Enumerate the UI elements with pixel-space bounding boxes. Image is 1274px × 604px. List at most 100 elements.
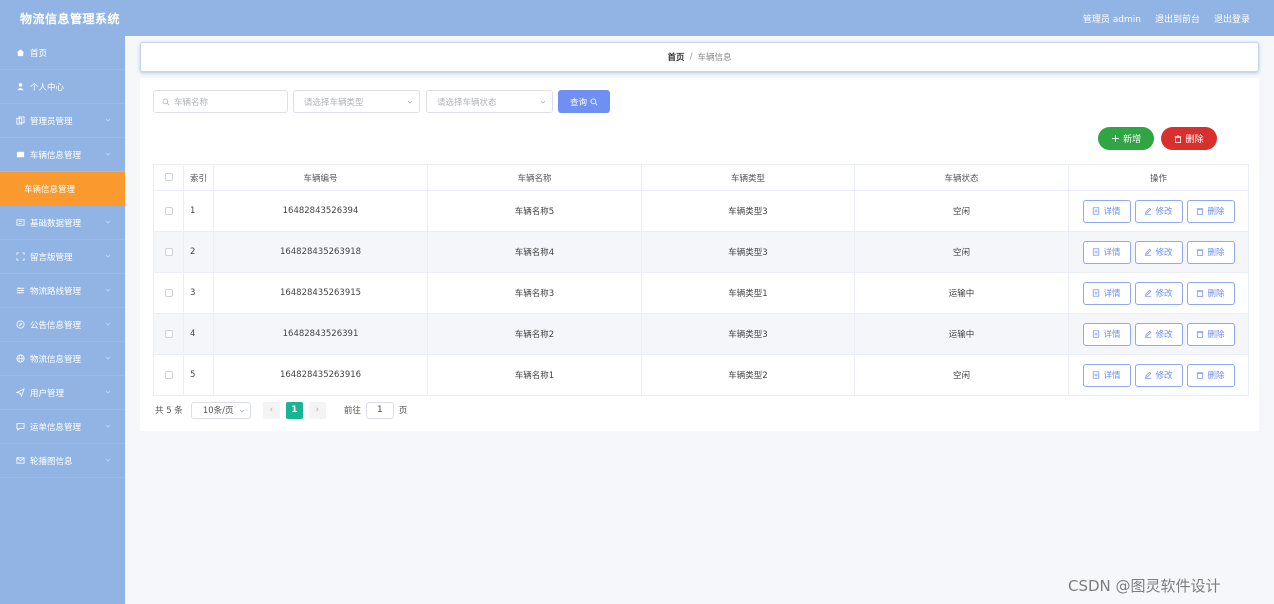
pencil-icon	[1145, 248, 1152, 256]
page-number-current[interactable]: 1	[285, 401, 303, 419]
sidebar-item-label: 用户管理	[30, 388, 65, 399]
row-detail-button[interactable]: 详情	[1082, 281, 1131, 305]
sidebar-item-1[interactable]: 个人中心	[0, 70, 125, 104]
cell-operations: 详情 修改 删除	[1068, 354, 1249, 396]
row-select-cell[interactable]	[153, 231, 184, 273]
vehicle-status-select[interactable]: 请选择车辆状态	[426, 90, 553, 113]
row-select-cell[interactable]	[153, 190, 184, 232]
row-checkbox[interactable]	[164, 329, 173, 338]
sidebar-item-5[interactable]: 基础数据管理	[0, 206, 125, 240]
plus-icon: +	[1110, 132, 1121, 145]
cell-vehicle-status: 运输中	[854, 272, 1069, 314]
sidebar-item-2[interactable]: 管理员管理	[0, 104, 125, 138]
row-checkbox[interactable]	[164, 370, 173, 379]
select-all-checkbox[interactable]	[164, 173, 173, 181]
row-edit-button[interactable]: 修改	[1134, 281, 1183, 305]
table-row: 3 164828435263915 车辆名称3 车辆类型1 运输中 详情 修改 删除	[153, 272, 1249, 314]
top-bar: 物流信息管理系统 管理员 admin 退出到前台 退出登录	[0, 0, 1274, 36]
add-button[interactable]: + 新增	[1098, 127, 1154, 150]
row-checkbox[interactable]	[164, 206, 173, 215]
vehicle-type-select[interactable]: 请选择车辆类型	[293, 90, 420, 113]
row-detail-button[interactable]: 详情	[1082, 240, 1131, 264]
trash-icon	[1197, 290, 1204, 297]
row-delete-button[interactable]: 删除	[1186, 240, 1235, 264]
cell-vehicle-number: 16482843526394	[213, 190, 428, 232]
row-checkbox[interactable]	[164, 288, 173, 297]
row-detail-button[interactable]: 详情	[1082, 322, 1131, 346]
goto-page-input[interactable]: 1	[365, 401, 394, 419]
page-suffix: 页	[398, 406, 408, 416]
trash-icon	[1197, 372, 1204, 379]
pencil-icon	[1145, 207, 1152, 215]
cell-operations: 详情 修改 删除	[1068, 272, 1249, 314]
page-size-select[interactable]: 10条/页	[190, 401, 251, 419]
exit-to-front-link[interactable]: 退出到前台	[1155, 12, 1200, 25]
sidebar-item-11[interactable]: 运单信息管理	[0, 410, 125, 444]
row-edit-button[interactable]: 修改	[1134, 240, 1183, 264]
row-edit-button[interactable]: 修改	[1134, 322, 1183, 346]
sidebar-item-label: 轮播图信息	[30, 456, 73, 467]
cell-vehicle-number: 164828435263916	[213, 354, 428, 396]
copy-icon	[16, 116, 25, 125]
sidebar-item-label: 车辆信息管理	[24, 185, 76, 195]
row-delete-button[interactable]: 删除	[1186, 199, 1235, 223]
table-row: 4 16482843526391 车辆名称2 车辆类型3 运输中 详情 修改 删除	[153, 313, 1249, 355]
sidebar-item-0[interactable]: 首页	[0, 36, 125, 70]
pencil-icon	[1145, 330, 1152, 338]
batch-delete-button[interactable]: 删除	[1161, 127, 1217, 150]
row-checkbox[interactable]	[164, 247, 173, 256]
breadcrumb: 首页 / 车辆信息	[140, 42, 1259, 72]
card-icon	[16, 150, 25, 159]
sidebar-item-3[interactable]: 车辆信息管理	[0, 138, 125, 172]
document-icon	[1093, 371, 1100, 379]
id-card-icon	[16, 218, 25, 227]
row-select-cell[interactable]	[153, 313, 184, 355]
cell-vehicle-status: 运输中	[854, 313, 1069, 355]
row-delete-label: 删除	[1207, 371, 1225, 381]
vehicle-name-input[interactable]: 车辆名称	[153, 90, 288, 113]
breadcrumb-separator: /	[689, 52, 693, 62]
row-select-cell[interactable]	[153, 272, 184, 314]
cell-index: 5	[183, 354, 214, 396]
row-delete-button[interactable]: 删除	[1186, 281, 1235, 305]
header-index: 索引	[183, 164, 214, 191]
select-all-cell[interactable]	[153, 164, 184, 191]
table-row: 1 16482843526394 车辆名称5 车辆类型3 空闲 详情 修改 删除	[153, 190, 1249, 232]
sidebar-item-label: 首页	[30, 48, 48, 59]
query-button[interactable]: 查询	[558, 90, 610, 113]
row-delete-label: 删除	[1207, 207, 1225, 217]
sidebar-item-label: 物流路线管理	[30, 286, 82, 297]
vehicle-status-placeholder: 请选择车辆状态	[437, 97, 497, 108]
chevron-down-icon	[407, 100, 413, 104]
row-edit-button[interactable]: 修改	[1134, 199, 1183, 223]
breadcrumb-current: 车辆信息	[697, 53, 732, 63]
sidebar-item-9[interactable]: 物流信息管理	[0, 342, 125, 376]
goto-label: 前往	[343, 406, 361, 416]
logout-link[interactable]: 退出登录	[1214, 12, 1250, 25]
vehicle-table: 索引 车辆编号 车辆名称 车辆类型 车辆状态 操作 1 1648284352639…	[153, 164, 1249, 396]
vehicle-type-placeholder: 请选择车辆类型	[304, 97, 364, 108]
row-detail-button[interactable]: 详情	[1082, 199, 1131, 223]
row-delete-button[interactable]: 删除	[1186, 322, 1235, 346]
row-delete-button[interactable]: 删除	[1186, 363, 1235, 387]
next-page-button[interactable]: ›	[308, 401, 326, 419]
search-icon	[162, 98, 170, 105]
row-detail-button[interactable]: 详情	[1082, 363, 1131, 387]
cell-vehicle-type: 车辆类型3	[641, 313, 855, 355]
sidebar-subitem-active[interactable]: 车辆信息管理	[0, 172, 125, 206]
prev-page-button[interactable]: ‹	[262, 401, 280, 419]
sidebar-item-12[interactable]: 轮播图信息	[0, 444, 125, 478]
cell-vehicle-status: 空闲	[854, 231, 1069, 273]
cell-vehicle-name: 车辆名称4	[427, 231, 642, 273]
sidebar-item-8[interactable]: 公告信息管理	[0, 308, 125, 342]
chat-icon	[16, 422, 25, 431]
row-edit-button[interactable]: 修改	[1134, 363, 1183, 387]
sidebar-item-6[interactable]: 留言版管理	[0, 240, 125, 274]
cell-vehicle-number: 16482843526391	[213, 313, 428, 355]
cell-vehicle-number: 164828435263918	[213, 231, 428, 273]
cell-vehicle-number: 164828435263915	[213, 272, 428, 314]
sidebar-item-10[interactable]: 用户管理	[0, 376, 125, 410]
sidebar-item-7[interactable]: 物流路线管理	[0, 274, 125, 308]
breadcrumb-home[interactable]: 首页	[668, 51, 685, 63]
row-select-cell[interactable]	[153, 354, 184, 396]
